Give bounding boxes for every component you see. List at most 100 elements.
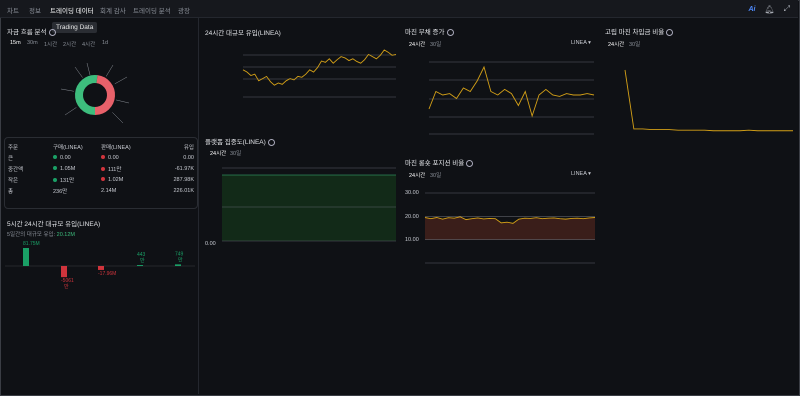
sell-dot-icon: [101, 167, 105, 172]
tab-30d[interactable]: 30일: [430, 40, 441, 48]
cell: 총: [8, 188, 14, 195]
cell: 0.00: [60, 154, 71, 161]
concentration-area: [222, 175, 396, 241]
isolated-margin-line: [624, 69, 793, 132]
cell: 1.05M: [60, 165, 76, 172]
column-divider: [198, 18, 199, 394]
asset-selector[interactable]: LINEA ▾: [571, 171, 591, 177]
cell: 2.14M: [101, 187, 117, 194]
bar-data-label: 만: [140, 257, 145, 264]
tooltip: Trading Data: [52, 22, 98, 33]
interval-4h[interactable]: 4시간: [82, 40, 95, 48]
concentration-title: 플랫폼 집중도(LINEA): [205, 136, 275, 146]
col-header: 판매(LINEA): [101, 144, 131, 151]
cell: 중간액: [8, 166, 24, 173]
tab-chart[interactable]: 차트: [7, 5, 19, 15]
long-short-area: [425, 216, 595, 240]
donut-leader-line: [86, 62, 91, 76]
interval-2h[interactable]: 2시간: [63, 40, 76, 48]
sell-dot-icon: [101, 155, 105, 160]
info-icon[interactable]: [466, 159, 474, 167]
bar-data-label: 만: [178, 256, 183, 263]
five-day-bar-chart: 81.75M-5061만-17.96M443만749만: [5, 241, 195, 290]
info-icon[interactable]: [446, 28, 454, 36]
tab-audit[interactable]: 회계 감사: [100, 5, 126, 15]
col-header: 구매(LINEA): [53, 144, 83, 151]
margin-debt-title: 마진 부채 증가: [405, 26, 454, 36]
cell: 작은: [8, 177, 19, 184]
donut-buy-slice: [75, 75, 98, 115]
inflow-24h-title: 24시간 대규모 유입(LINEA): [205, 30, 281, 37]
asset-selector[interactable]: LINEA ▾: [571, 40, 591, 46]
y-tick-label: 0.00: [205, 241, 216, 247]
bar: [61, 266, 67, 278]
long-short-title: 마진 롱숏 포지션 비율: [405, 157, 474, 167]
y-tick-label: 30.00: [405, 190, 419, 196]
bar-data-label: -17.96M: [98, 271, 116, 277]
isolated-margin-title: 고립 마진 차입금 비율: [605, 26, 674, 36]
donut-leader-line: [74, 66, 83, 78]
info-icon[interactable]: [267, 138, 275, 146]
donut-leader-line: [64, 107, 77, 116]
donut-leader-line: [116, 99, 130, 104]
five-day-subtitle: 5일간의 대규모 유입: 20.12M: [7, 232, 76, 238]
isolated-margin-chart: [624, 69, 793, 132]
donut-leader-line: [60, 88, 74, 92]
tab-square[interactable]: 광장: [178, 5, 190, 15]
cell: 큰: [8, 155, 14, 162]
bell-icon[interactable]: 🔔︎: [764, 5, 774, 14]
five-day-title: 5시간 24시간 대규모 유입(LINEA): [7, 221, 101, 228]
margin-debt-chart: [428, 61, 595, 135]
bar: [98, 266, 104, 270]
table-row: 총 236만 2.14M 226.01K: [8, 185, 194, 196]
bar: [175, 264, 181, 266]
tab-info[interactable]: 정보: [29, 5, 41, 15]
ai-icon[interactable]: Ai: [748, 6, 755, 13]
long-short-chart: [424, 192, 596, 264]
col-header: 유입: [183, 144, 194, 151]
interval-1h[interactable]: 1시간: [44, 40, 57, 48]
tab-trading-data[interactable]: 트레이딩 데이터: [50, 5, 94, 15]
info-icon[interactable]: [48, 28, 56, 36]
fund-flow-title: 자금 흐름 분석: [7, 26, 56, 36]
donut-leader-line: [112, 112, 124, 124]
donut-leader-line: [114, 76, 128, 85]
cell: 287.98K: [173, 176, 195, 183]
table-row: 중간액 1.05M 111만 -61.97K: [8, 163, 194, 174]
buy-dot-icon: [53, 178, 57, 183]
sell-dot-icon: [101, 177, 105, 182]
interval-15m[interactable]: 15m: [10, 40, 21, 46]
interval-1d[interactable]: 1d: [102, 40, 108, 46]
bar-data-label: 81.75M: [23, 241, 40, 247]
y-tick-label: 10.00: [405, 237, 419, 243]
bar: [137, 265, 143, 266]
tab-24h[interactable]: 24시간: [210, 149, 226, 157]
cell: 236만: [53, 188, 68, 195]
expand-icon[interactable]: ⤢: [784, 4, 790, 14]
cell: 1.02M: [108, 176, 124, 183]
donut-sell-slice: [94, 75, 115, 115]
tab-24h[interactable]: 24시간: [409, 171, 425, 179]
tab-30d[interactable]: 30일: [629, 40, 640, 48]
y-tick-label: 20.00: [405, 214, 419, 220]
tab-24h[interactable]: 24시간: [608, 40, 624, 48]
info-icon[interactable]: [666, 28, 674, 36]
cell: -61.97K: [174, 165, 194, 172]
table-header-row: 주문 구매(LINEA) 판매(LINEA) 유입: [8, 141, 194, 152]
tab-24h[interactable]: 24시간: [409, 40, 425, 48]
fund-flow-table: 주문 구매(LINEA) 판매(LINEA) 유입 큰 0.00 0.00 0.…: [8, 141, 194, 196]
col-header: 주문: [8, 144, 19, 151]
tab-trading-analysis[interactable]: 트레이딩 분석: [133, 5, 171, 15]
bar-data-label: 만: [64, 283, 69, 290]
tab-30d[interactable]: 30일: [430, 171, 441, 179]
cell: 226.01K: [173, 187, 195, 194]
cell: 0.00: [183, 154, 194, 161]
inflow-24h-chart: [242, 49, 397, 98]
cell: 111만: [108, 166, 122, 173]
interval-30m[interactable]: 30m: [27, 40, 38, 46]
fund-flow-donut: [60, 62, 130, 124]
bar: [23, 248, 29, 266]
tab-30d[interactable]: 30일: [230, 149, 241, 157]
buy-dot-icon: [53, 155, 57, 160]
top-nav: 차트 정보 트레이딩 데이터 회계 감사 트레이딩 분석 광장 Ai 🔔︎ ⤢: [0, 0, 798, 18]
